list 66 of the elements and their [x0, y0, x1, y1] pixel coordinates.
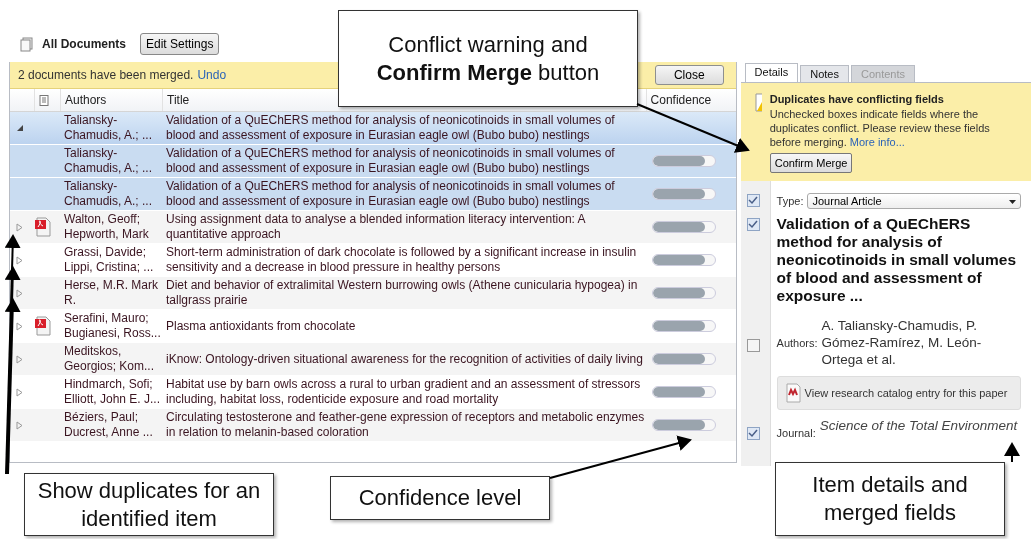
title-cell-text: Habitat use by barn owls across a rural to urban gradient and an assessment of stressors including, habitat loss, rodenticide exposure and road mortality	[165, 377, 642, 407]
authors-cell-text: Taliansky-Chamudis, A.; ...	[63, 146, 154, 176]
authors-header[interactable]: Authors	[65, 93, 107, 107]
title-cell-text: Short-term administration of dark chocolate is followed by a significant increase in insulin sensitivity and a decrease in blood pressure in healthy persons	[165, 245, 638, 275]
authors-cell-text: Taliansky-Chamudis, A.; ...	[63, 113, 154, 143]
expand-triangle-icon[interactable]	[16, 255, 24, 265]
title-header[interactable]: Title	[167, 93, 190, 107]
authors-cell-text: Hindmarch, Sofi; Elliott, John E. J...	[63, 377, 162, 407]
title-cell-text: Validation of a QuEChERS method for analysis of neonicotinoids in small volumes of blood and assessment of exposure in Eurasian eagle owl (Bubo bubo) nestlings	[165, 146, 616, 176]
warning-text: Unchecked boxes indicate fields where the duplicates conflict. Please review these fields before merging. More info...	[769, 107, 991, 149]
more-info-link[interactable]: More info...	[849, 136, 905, 148]
confidence-level-callout: Confidence level	[330, 476, 550, 520]
document-row[interactable]: Herse, M.R. Mark R. Diet and behavior of extralimital Western burrowing owls (Athene cunicularia hypogea) in tallgrass prairie	[10, 277, 736, 310]
title-cell-text: iKnow: Ontology-driven situational awareness for the recognition of activities of daily living	[165, 351, 644, 367]
title-cell-text: Using assignment data to analyse a blended information literacy intervention: A quantitative approach	[165, 212, 587, 242]
merge-message: 2 documents have been merged.	[18, 68, 194, 82]
warning-heading: Duplicates have conflicting fields	[769, 93, 945, 105]
type-label: Type:	[776, 195, 804, 207]
document-row[interactable]: Walton, Geoff; Hepworth, Mark Using assignment data to analyse a blended information literacy intervention: A quantitative approach	[10, 211, 736, 244]
document-row[interactable]: Béziers, Paul; Ducrest, Anne ... Circulating testosterone and feather-gene expression of receptors and metabolic enzymes in relation to melanin-based coloration	[10, 409, 736, 442]
warning-document-icon	[754, 93, 762, 112]
title-cell-text: Validation of a QuEChERS method for analysis of neonicotinoids in small volumes of blood and assessment of exposure in Eurasian eagle owl (Bubo bubo) nestlings	[165, 179, 616, 209]
expand-triangle-icon[interactable]	[16, 288, 24, 298]
title-cell-text: Validation of a QuEChERS method for analysis of neonicotinoids in small volumes of blood and assessment of exposure in Eurasian eagle owl (Bubo bubo) nestlings	[165, 113, 616, 143]
tab[interactable]: Notes	[800, 65, 849, 82]
document-row[interactable]: Taliansky-Chamudis, A.; ... Validation of a QuEChERS method for analysis of neonicotinoids in small volumes of blood and assessment of exposure in Eurasian eagle owl (Bubo bubo) nestlings	[10, 178, 736, 211]
confirm-merge-button[interactable]: Confirm Merge	[769, 153, 853, 173]
type-dropdown[interactable]: Journal Article	[807, 193, 1021, 209]
item-details-callout: Item details and merged fields	[775, 462, 1005, 536]
documents-icon	[20, 36, 34, 52]
expand-triangle-icon[interactable]	[16, 387, 24, 397]
callout-arrow	[1004, 442, 1020, 463]
dropdown-caret-icon	[1009, 200, 1016, 204]
authors-cell-text: Taliansky-Chamudis, A.; ...	[63, 179, 154, 209]
journal-value: Science of the Total Environment	[819, 418, 1018, 433]
authors-label: Authors:	[776, 336, 818, 349]
confidence-header[interactable]: Confidence	[650, 93, 712, 107]
document-row[interactable]: Taliansky-Chamudis, A.; ... Validation of a QuEChERS method for analysis of neonicotinoids in small volumes of blood and assessment of exposure in Eurasian eagle owl (Bubo bubo) nestlings	[10, 112, 736, 145]
journal-label: Journal:	[776, 427, 816, 439]
collapse-triangle-icon[interactable]	[16, 124, 24, 132]
catalog-icon	[783, 383, 801, 403]
authors-cell-text: Grassi, Davide; Lippi, Cristina; ...	[63, 245, 155, 275]
close-button[interactable]: Close	[654, 65, 724, 85]
document-title: Validation of a QuEChERS method for analysis of neonicotinoids in small volumes of blood and assessment of exposure ...	[776, 215, 1017, 305]
document-icon	[39, 94, 49, 106]
authors-cell-text: Serafini, Mauro; Bugianesi, Ross...	[63, 311, 162, 341]
authors-cell-text: Meditskos, Georgios; Kom...	[63, 344, 156, 374]
edit-settings-button[interactable]: Edit Settings	[140, 33, 220, 55]
authors-value: A. Taliansky-Chamudis, P. Gómez-Ramírez, M. León-Ortega et al.	[821, 317, 983, 368]
expand-triangle-icon[interactable]	[16, 354, 24, 364]
collection-title: All Documents	[42, 37, 126, 51]
authors-cell-text: Béziers, Paul; Ducrest, Anne ...	[63, 410, 154, 440]
expand-triangle-icon[interactable]	[16, 321, 24, 331]
title-cell-text: Plasma antioxidants from chocolate	[165, 318, 357, 334]
catalog-entry-button[interactable]: View research catalog entry for this paper	[776, 376, 1021, 410]
show-duplicates-callout: Show duplicates for an identified item	[24, 473, 274, 536]
conflict-warning-callout: Conflict warning and Confirm Merge button	[338, 10, 638, 107]
authors-cell-text: Walton, Geoff; Hepworth, Mark	[63, 212, 150, 242]
expand-triangle-icon[interactable]	[16, 420, 24, 430]
title-cell-text: Circulating testosterone and feather-gene expression of receptors and metabolic enzymes in relation to melanin-based coloration	[165, 410, 646, 440]
expand-triangle-icon[interactable]	[16, 222, 24, 232]
title-cell-text: Diet and behavior of extralimital Western burrowing owls (Athene cunicularia hypogea) in tallgrass prairie	[165, 278, 639, 308]
tab[interactable]: Details	[744, 63, 799, 82]
undo-link[interactable]: Undo	[197, 68, 227, 82]
document-row[interactable]: Taliansky-Chamudis, A.; ... Validation of a QuEChERS method for analysis of neonicotinoids in small volumes of blood and assessment of exposure in Eurasian eagle owl (Bubo bubo) nestlings	[10, 145, 736, 178]
authors-cell-text: Herse, M.R. Mark R.	[63, 278, 159, 308]
